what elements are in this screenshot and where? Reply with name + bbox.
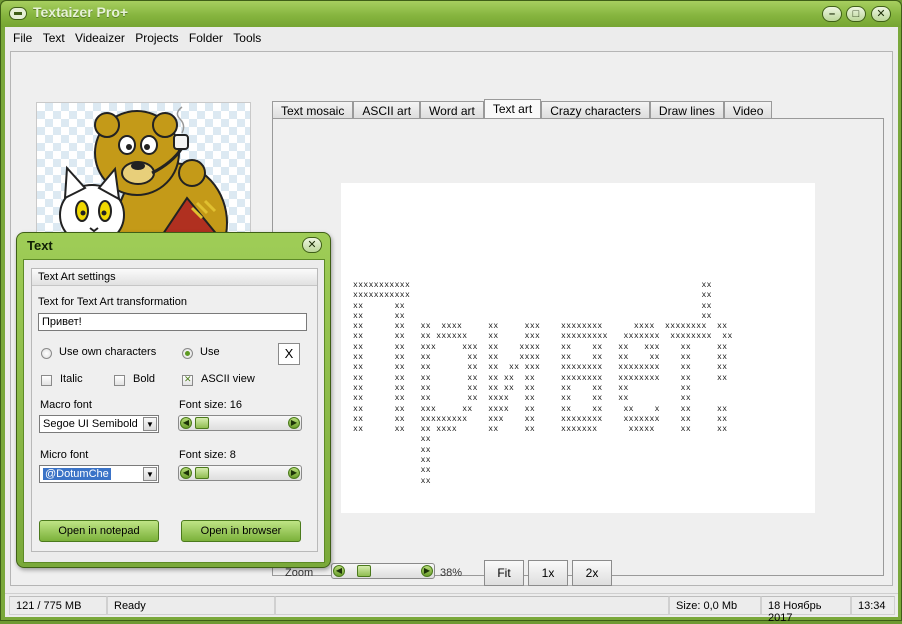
title-bar[interactable]: Textaizer Pro+ – □ ✕ bbox=[1, 1, 901, 27]
text-input-label: Text for Text Art transformation bbox=[38, 296, 187, 308]
status-date: 18 Ноябрь 2017 bbox=[761, 596, 851, 624]
micro-font-value: @DotumChe bbox=[43, 468, 111, 480]
status-size: Size: 0,0 Mb bbox=[669, 596, 761, 615]
micro-font-label: Micro font bbox=[40, 449, 89, 461]
zoom-value: 38% bbox=[440, 567, 463, 579]
zoom-slider[interactable]: ◀ ▶ bbox=[331, 563, 435, 579]
tab-ascii-art[interactable]: ASCII art bbox=[353, 101, 421, 119]
micro-font-size-label: Font size: 8 bbox=[179, 449, 236, 461]
macro-font-value: Segoe UI Semibold bbox=[43, 418, 138, 430]
text-art-output: xxxxxxxxxxx xx xxxxxxxxxxx xx xx xx xx x… bbox=[353, 281, 733, 486]
status-empty bbox=[275, 596, 669, 615]
tab-text-mosaic[interactable]: Text mosaic bbox=[272, 101, 354, 119]
macro-size-thumb[interactable] bbox=[195, 417, 209, 429]
chevron-down-icon[interactable]: ▼ bbox=[143, 467, 157, 481]
status-memory: 121 / 775 MB bbox=[9, 596, 107, 615]
app-icon[interactable] bbox=[9, 7, 27, 20]
zoom-2x-button[interactable]: 2x bbox=[572, 560, 612, 586]
use-own-characters-label: Use own characters bbox=[59, 346, 157, 358]
menu-projects[interactable]: Projects bbox=[131, 27, 181, 45]
macro-font-label: Macro font bbox=[40, 399, 92, 411]
chevron-down-icon[interactable]: ▼ bbox=[143, 417, 157, 431]
open-in-notepad-button[interactable]: Open in notepad bbox=[39, 520, 159, 542]
use-label: Use bbox=[200, 346, 220, 358]
micro-size-thumb[interactable] bbox=[195, 467, 209, 479]
maximize-button[interactable]: □ bbox=[846, 6, 866, 22]
open-in-browser-button[interactable]: Open in browser bbox=[181, 520, 301, 542]
dialog-body: Text Art settings Text for Text Art tran… bbox=[23, 259, 325, 563]
app-window: Textaizer Pro+ – □ ✕ File Text Videaizer… bbox=[0, 0, 902, 624]
use-radio[interactable] bbox=[182, 348, 193, 359]
status-state: Ready bbox=[107, 596, 275, 615]
window-title: Textaizer Pro+ bbox=[33, 4, 129, 20]
italic-checkbox[interactable] bbox=[41, 375, 52, 386]
close-button[interactable]: ✕ bbox=[871, 6, 891, 22]
slider-right-arrow-icon[interactable]: ▶ bbox=[288, 467, 300, 479]
status-bar: 121 / 775 MB Ready Size: 0,0 Mb 18 Ноябр… bbox=[5, 593, 898, 624]
text-art-settings-group: Text Art settings Text for Text Art tran… bbox=[31, 268, 318, 552]
tab-video[interactable]: Video bbox=[723, 101, 773, 119]
dialog-close-button[interactable]: ✕ bbox=[302, 237, 322, 253]
macro-font-select[interactable]: Segoe UI Semibold ▼ bbox=[39, 415, 159, 433]
zoom-left-arrow-icon[interactable]: ◀ bbox=[333, 565, 345, 577]
zoom-fit-button[interactable]: Fit bbox=[484, 560, 524, 586]
macro-font-size-label: Font size: 16 bbox=[179, 399, 242, 411]
tab-crazy-characters[interactable]: Crazy characters bbox=[541, 101, 650, 119]
slider-left-arrow-icon[interactable]: ◀ bbox=[180, 417, 192, 429]
status-time: 13:34 bbox=[851, 596, 895, 615]
text-art-panel: xxxxxxxxxxx xx xxxxxxxxxxx xx xx xx xx x… bbox=[272, 118, 884, 576]
zoom-1x-button[interactable]: 1x bbox=[528, 560, 568, 586]
menu-videaizer[interactable]: Videaizer bbox=[71, 27, 128, 45]
menu-tools[interactable]: Tools bbox=[229, 27, 264, 45]
use-own-characters-radio[interactable] bbox=[41, 348, 52, 359]
tab-text-art[interactable]: Text art bbox=[483, 99, 542, 119]
tab-draw-lines[interactable]: Draw lines bbox=[649, 101, 724, 119]
zoom-label: Zoom bbox=[285, 567, 314, 579]
text-art-canvas[interactable]: xxxxxxxxxxx xx xxxxxxxxxxx xx xx xx xx x… bbox=[341, 183, 815, 513]
minimize-button[interactable]: – bbox=[822, 6, 842, 22]
character-box[interactable]: X bbox=[278, 343, 300, 365]
zoom-slider-thumb[interactable] bbox=[357, 565, 371, 577]
menu-file[interactable]: File bbox=[9, 27, 35, 45]
text-dialog: Text ✕ Text Art settings Text for Text A… bbox=[16, 232, 331, 568]
tab-strip: Text mosaic ASCII art Word art Text art … bbox=[272, 99, 773, 119]
italic-label: Italic bbox=[60, 373, 83, 385]
menu-bar: File Text Videaizer Projects Folder Tool… bbox=[5, 27, 898, 49]
group-title: Text Art settings bbox=[32, 269, 317, 286]
tab-word-art[interactable]: Word art bbox=[420, 101, 484, 119]
ascii-view-label: ASCII view bbox=[201, 373, 255, 385]
slider-right-arrow-icon[interactable]: ▶ bbox=[288, 417, 300, 429]
ascii-view-checkbox[interactable] bbox=[182, 374, 193, 386]
menu-text[interactable]: Text bbox=[39, 27, 68, 45]
bold-checkbox[interactable] bbox=[114, 375, 125, 386]
macro-font-size-slider[interactable]: ◀ ▶ bbox=[178, 415, 302, 431]
dialog-title: Text bbox=[27, 238, 53, 253]
zoom-right-arrow-icon[interactable]: ▶ bbox=[421, 565, 433, 577]
menu-folder[interactable]: Folder bbox=[185, 27, 226, 45]
bold-label: Bold bbox=[133, 373, 156, 385]
text-art-input[interactable] bbox=[38, 313, 307, 331]
micro-font-size-slider[interactable]: ◀ ▶ bbox=[178, 465, 302, 481]
micro-font-select[interactable]: @DotumChe ▼ bbox=[39, 465, 159, 483]
slider-left-arrow-icon[interactable]: ◀ bbox=[180, 467, 192, 479]
